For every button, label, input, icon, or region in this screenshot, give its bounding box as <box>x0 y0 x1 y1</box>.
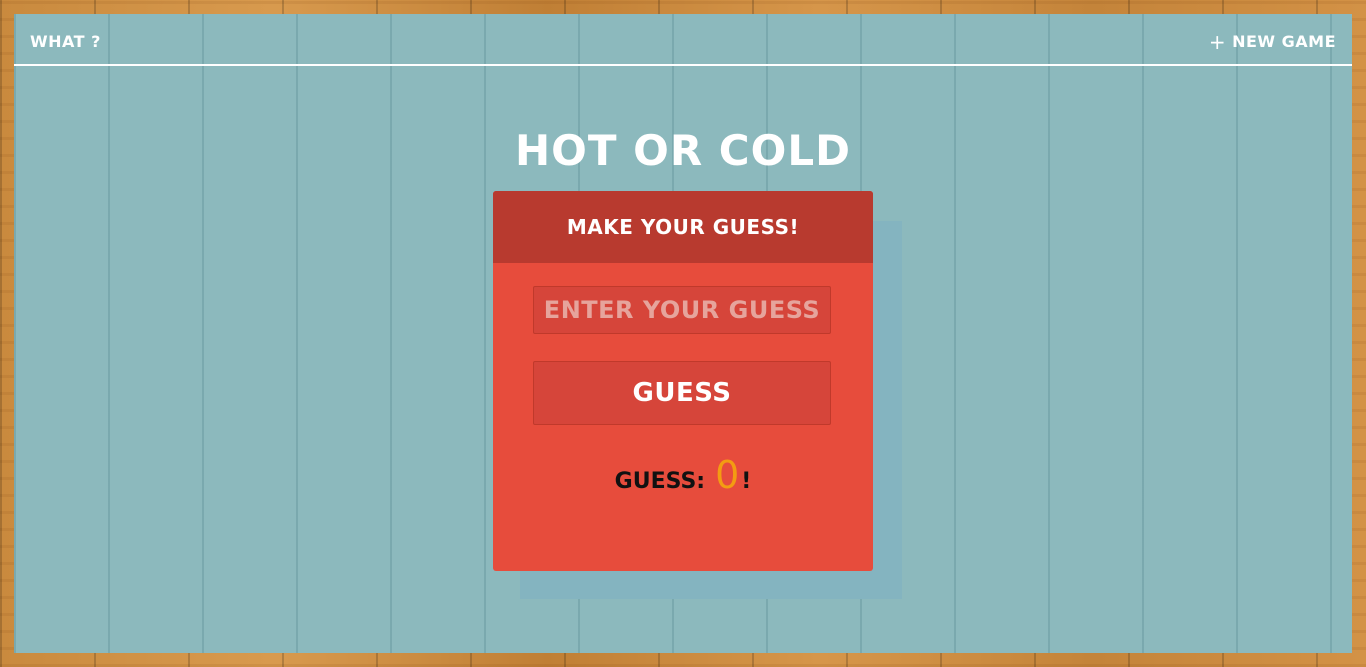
game-title: HOT OR COLD <box>515 126 851 175</box>
card-header: MAKE YOUR GUESS! <box>493 191 873 263</box>
guess-input[interactable] <box>533 286 831 334</box>
new-game-label: NEW GAME <box>1232 32 1336 51</box>
new-game-link[interactable]: + NEW GAME <box>1208 29 1336 54</box>
what-link[interactable]: WHAT ? <box>30 32 101 51</box>
guess-count-suffix: ! <box>741 469 752 494</box>
top-nav: WHAT ? + NEW GAME <box>14 14 1352 66</box>
guess-count-label: GUESS: <box>614 469 706 494</box>
guess-count-value: 0 <box>715 453 740 497</box>
plus-icon: + <box>1208 29 1227 54</box>
guess-card: MAKE YOUR GUESS! GUESS GUESS: 0! <box>493 191 873 571</box>
guess-button[interactable]: GUESS <box>533 361 831 425</box>
game-panel: WHAT ? + NEW GAME HOT OR COLD MAKE YOUR … <box>14 14 1352 653</box>
guess-count: GUESS: 0! <box>493 453 873 497</box>
